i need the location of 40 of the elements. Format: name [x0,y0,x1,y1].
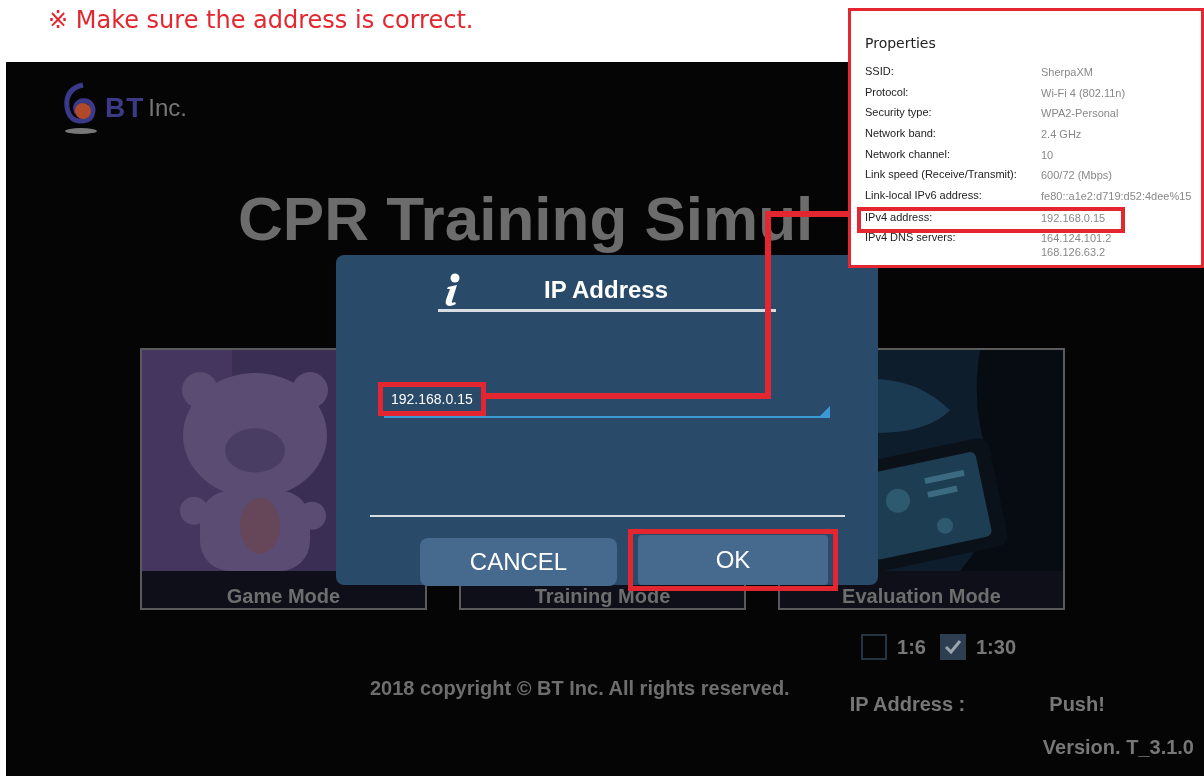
ratio-label: 1:30 [975,635,1016,659]
dialog-button[interactable]: CANCEL [420,538,617,586]
property-value: Wi-Fi 4 (802.11n) [1041,85,1126,100]
ratio-label: 1:6 [897,635,926,659]
property-label: SSID: [865,65,895,77]
company-logo: BT Inc. [61,80,187,136]
property-value: fe80::a1e2:d719:d52:4dee%15 [1041,189,1192,204]
property-value: 600/72 (Mbps) [1041,168,1112,183]
property-label: Network band: [865,127,937,140]
checkbox[interactable] [939,634,966,660]
property-value: 10 [1041,147,1054,162]
push-button[interactable]: Push! [1049,693,1105,716]
ip-address-label: IP Address : [849,693,966,716]
ip-address-field[interactable]: 192.168.0.15 [384,382,830,418]
property-label: Protocol: [865,85,910,98]
dialog-title: IP Address [544,276,669,304]
property-value: 164.124.101.2 [1041,230,1112,245]
property-value: 2.4 GHz [1041,127,1082,142]
check-icon [943,639,962,655]
checkbox[interactable] [861,634,888,660]
property-value: SherpaXM [1041,65,1093,79]
property-value: 168.126.63.2 [1041,244,1107,259]
property-label: Link speed (Receive/Transmit): [865,168,1018,181]
mode-label: Evaluation Mode [842,585,1001,607]
ip-value-highlight: 192.168.0.15 [378,382,486,416]
property-label: Network channel: [865,147,951,160]
property-label: IPv4 DNS servers: [865,230,957,243]
note-text: ※ Make sure the address is correct. [48,6,474,34]
corner-icon [820,406,830,416]
copyright-text: 2018 copyright © BT Inc. All rights reserved. [370,677,790,701]
property-label: Security type: [865,106,933,119]
version-text: Version. T_3.1.0 [1042,736,1194,759]
property-value: 192.168.0.15 [1041,210,1106,225]
mode-label: Game Mode [226,585,341,607]
property-label: Link-local IPv6 address: [865,189,983,202]
dialog-button[interactable]: OK [638,535,828,585]
property-value: WPA2-Personal [1041,106,1119,121]
mode-label: Training Mode [534,585,671,607]
panel-title: Properties [865,35,936,51]
property-label: IPv4 address: [865,210,934,223]
